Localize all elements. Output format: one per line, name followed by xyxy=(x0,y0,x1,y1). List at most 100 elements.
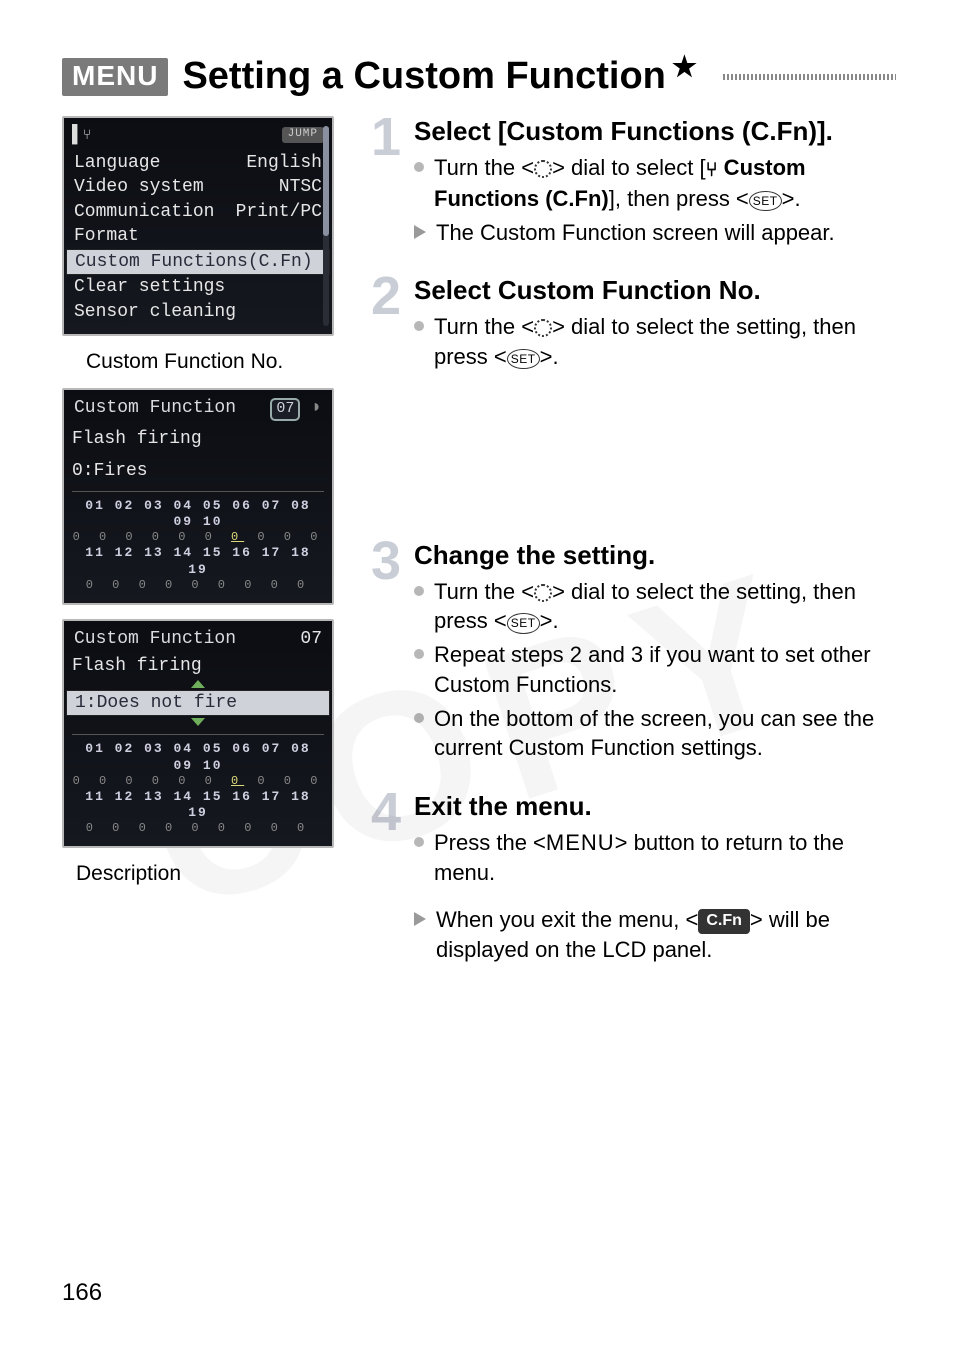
page-title-text: Setting a Custom Function xyxy=(182,55,665,98)
text: Turn the < xyxy=(434,314,534,339)
step-3-bullet-1: Turn the <> dial to select the setting, … xyxy=(414,577,896,636)
dial-indicator-icon: ◗ xyxy=(311,398,322,418)
lcd-cf-screenshot-2: Custom Function 07 Flash firing 1:Does n… xyxy=(62,619,334,849)
step-2-bullet-1: Turn the <> dial to select the setting, … xyxy=(414,312,896,371)
menu-label: Custom Functions(C.Fn) xyxy=(75,251,313,274)
result-triangle-icon xyxy=(414,225,426,239)
step-1-bullet-2: The Custom Function screen will appear. xyxy=(414,218,896,248)
text: The Custom Function screen will appear. xyxy=(436,218,835,248)
title-rule xyxy=(723,74,896,80)
cf-matrix-zeros2: 0 0 0 0 0 0 0 0 0 xyxy=(72,578,324,593)
set-icon: SET xyxy=(507,613,540,633)
menu-label: Video system xyxy=(74,176,204,199)
set-icon: SET xyxy=(507,349,540,369)
step-3-bullet-3: On the bottom of the screen, you can see… xyxy=(414,704,896,763)
cf-title: Custom Function xyxy=(74,397,236,421)
cf-matrix-top: 01 02 03 04 05 06 07 08 09 10 xyxy=(72,741,324,774)
cf-name: Flash firing xyxy=(72,655,324,678)
cf-value: 1:Does not fire xyxy=(75,692,237,715)
menu-value: Print/PC xyxy=(236,201,322,224)
page-title: Setting a Custom Function ★ xyxy=(182,55,697,98)
cf-matrix-zeros1: 0 0 0 0 0 0 0 0 0 0 xyxy=(72,530,324,545)
text: When you exit the menu, < xyxy=(436,907,698,932)
page-heading: MENU Setting a Custom Function ★ xyxy=(62,55,896,98)
step-1-bullet-1: Turn the <> dial to select [⑂ Custom Fun… xyxy=(414,153,896,214)
tools-tab-icon: ▌⑂ xyxy=(72,124,91,147)
menu-row: Communication Print/PC xyxy=(72,200,324,225)
dial-icon xyxy=(534,160,552,178)
arrow-up-icon xyxy=(191,680,205,688)
cf-matrix-zeros1: 0 0 0 0 0 0 0 0 0 0 xyxy=(72,774,324,789)
cf-matrix-zeros2: 0 0 0 0 0 0 0 0 0 xyxy=(72,821,324,836)
cf-number: 07 xyxy=(300,628,322,651)
arrow-down-icon xyxy=(191,718,205,726)
menu-value: English xyxy=(246,152,322,175)
text: Press the < xyxy=(434,830,546,855)
step-4-bullet-2: When you exit the menu, <C.Fn> will be d… xyxy=(414,905,896,964)
caption-description: Description xyxy=(76,862,344,886)
bullet-dot-icon xyxy=(414,837,424,847)
step-4: 4 Exit the menu. Press the <MENU> button… xyxy=(368,791,896,969)
scrollbar xyxy=(323,126,329,326)
menu-label: Clear settings xyxy=(74,276,225,299)
cf-matrix-bottom: 11 12 13 14 15 16 17 18 19 xyxy=(72,789,324,822)
step-number-4: 4 xyxy=(368,791,404,969)
cf-matrix: 01 02 03 04 05 06 07 08 09 10 0 0 0 0 0 … xyxy=(72,734,324,836)
cf-value: 0:Fires xyxy=(72,460,324,483)
step-4-bullet-1: Press the <MENU> button to return to the… xyxy=(414,828,896,887)
menu-row: Video system NTSC xyxy=(72,175,324,200)
jump-badge: JUMP xyxy=(282,127,324,143)
cf-title: Custom Function xyxy=(74,628,236,651)
menu-row-selected: Custom Functions(C.Fn) xyxy=(66,249,330,276)
dial-icon xyxy=(534,584,552,602)
step-number-2: 2 xyxy=(368,275,404,375)
text: >. xyxy=(540,344,559,369)
bullet-dot-icon xyxy=(414,321,424,331)
text: Turn the < xyxy=(434,579,534,604)
menu-label: Format xyxy=(74,225,139,248)
menu-row: Language English xyxy=(72,151,324,176)
cf-number-badge: 07 xyxy=(270,398,300,421)
menu-label: Language xyxy=(74,152,160,175)
step-3: 3 Change the setting. Turn the <> dial t… xyxy=(368,540,896,767)
menu-row: Sensor cleaning xyxy=(72,300,324,325)
menu-row: Format xyxy=(72,224,324,249)
lcd-menu-screenshot: ▌⑂ JUMP Language English Video system NTSC… xyxy=(62,116,334,336)
menu-value: NTSC xyxy=(279,176,322,199)
step-1-title: Select [Custom Functions (C.Fn)]. xyxy=(414,116,896,147)
step-1: 1 Select [Custom Functions (C.Fn)]. Turn… xyxy=(368,116,896,251)
cf-matrix-top: 01 02 03 04 05 06 07 08 09 10 xyxy=(72,498,324,531)
dial-icon xyxy=(534,319,552,337)
star-icon: ★ xyxy=(672,53,697,81)
set-icon: SET xyxy=(749,191,782,211)
cfn-badge: C.Fn xyxy=(698,909,750,934)
result-triangle-icon xyxy=(414,912,426,926)
text: Repeat steps 2 and 3 if you want to set … xyxy=(434,640,896,699)
cf-name: Flash firing xyxy=(72,428,324,451)
page-number: 166 xyxy=(62,1279,102,1307)
bullet-dot-icon xyxy=(414,162,424,172)
bullet-dot-icon xyxy=(414,713,424,723)
caption-cfno: Custom Function No. xyxy=(86,350,344,374)
step-4-title: Exit the menu. xyxy=(414,791,896,822)
menu-label: Sensor cleaning xyxy=(74,301,236,324)
menu-label: Communication xyxy=(74,201,214,224)
menu-button-label: MENU xyxy=(546,830,615,855)
tools-icon: ⑂ xyxy=(706,159,718,181)
text: On the bottom of the screen, you can see… xyxy=(434,704,896,763)
step-number-3: 3 xyxy=(368,540,404,767)
text: >. xyxy=(782,186,801,211)
text: > dial to select [ xyxy=(552,155,705,180)
step-2-title: Select Custom Function No. xyxy=(414,275,896,306)
step-3-title: Change the setting. xyxy=(414,540,896,571)
bullet-dot-icon xyxy=(414,649,424,659)
text: ], then press < xyxy=(609,186,749,211)
cf-matrix-bottom: 11 12 13 14 15 16 17 18 19 xyxy=(72,545,324,578)
bullet-dot-icon xyxy=(414,586,424,596)
menu-badge: MENU xyxy=(62,58,168,96)
lcd-cf-screenshot-1: Custom Function 07 ◗ Flash firing 0:Fire… xyxy=(62,388,334,605)
text: >. xyxy=(540,608,559,633)
step-number-1: 1 xyxy=(368,116,404,251)
cf-matrix: 01 02 03 04 05 06 07 08 09 10 0 0 0 0 0 … xyxy=(72,491,324,593)
step-3-bullet-2: Repeat steps 2 and 3 if you want to set … xyxy=(414,640,896,699)
